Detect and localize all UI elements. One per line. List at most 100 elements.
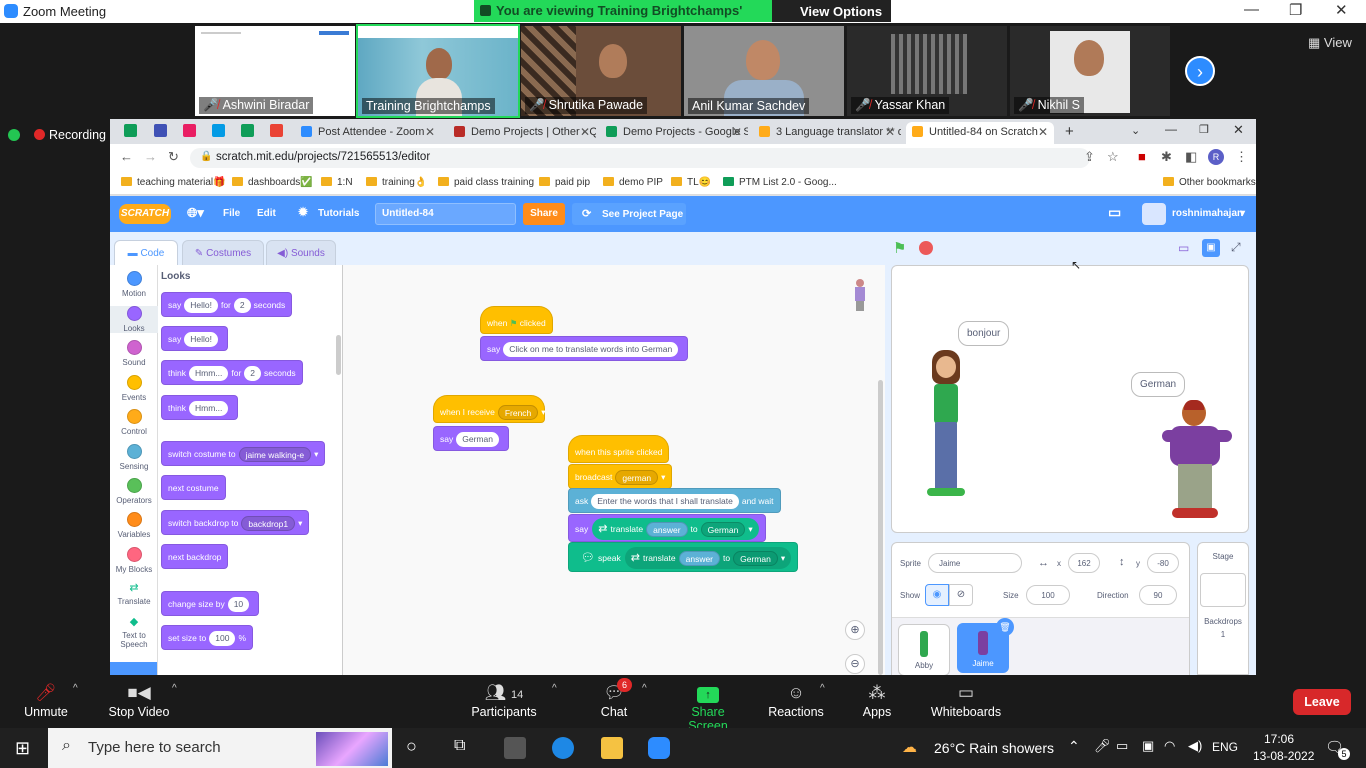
display-icon[interactable]: ▣ — [1142, 738, 1154, 754]
script-area[interactable]: when ⚑ clicked say Click on me to transla… — [343, 265, 885, 675]
weather-text[interactable]: 26°C Rain showers — [934, 740, 1054, 756]
next-backdrop-block[interactable]: next backdrop — [161, 544, 229, 569]
change-size-block[interactable]: change size by 10 — [161, 591, 260, 616]
recording-indicator[interactable]: Recording — [0, 128, 106, 150]
tray-chevron-icon[interactable]: ⌃ — [1068, 738, 1080, 755]
reload-icon[interactable]: ↻ — [168, 149, 179, 165]
pinned-tab-2[interactable] — [183, 124, 196, 137]
pinned-tab-1[interactable] — [154, 124, 167, 137]
switch-backdrop-block[interactable]: switch backdrop to backdrop1 ▾ — [161, 510, 310, 535]
share-button[interactable]: Share — [523, 203, 565, 225]
browser-menu-icon[interactable]: ⋮ — [1235, 149, 1248, 165]
category-my-blocks[interactable]: My Blocks — [110, 547, 158, 574]
minimize-icon[interactable]: — — [1244, 1, 1259, 18]
close-tab-icon[interactable]: ✕ — [732, 125, 742, 139]
project-title-input[interactable]: Untitled-84 — [375, 203, 516, 225]
share-page-icon[interactable]: ⇪ — [1084, 149, 1095, 165]
browser-tab[interactable]: Post Attendee - Zoom ✕ — [295, 122, 441, 144]
user-avatar[interactable] — [1142, 203, 1166, 225]
category-variables[interactable]: Variables — [110, 512, 158, 539]
forward-icon[interactable]: → — [144, 149, 157, 164]
category-sensing[interactable]: Sensing — [110, 444, 158, 471]
chat-caret[interactable]: ^ — [642, 683, 647, 694]
participant-tile-3[interactable]: 🎤̸ Shrutika Pawade — [521, 26, 681, 116]
sprite-abby[interactable] — [922, 350, 972, 500]
say-translate-block[interactable]: say ⇄ translate answer to German ▾ — [568, 514, 766, 542]
broadcast-block[interactable]: broadcast german ▾ — [568, 464, 673, 489]
say-block[interactable]: say German — [433, 426, 509, 451]
bookmark-folder[interactable]: training👌 — [366, 177, 427, 188]
pinned-tab-4[interactable] — [241, 124, 254, 137]
category-looks[interactable]: Looks — [110, 306, 158, 333]
close-tab-icon[interactable]: ✕ — [1038, 125, 1048, 139]
category-control[interactable]: Control — [110, 409, 158, 436]
think-block[interactable]: think Hmm... — [161, 395, 239, 420]
bookmark-folder[interactable]: paid pip — [539, 177, 590, 188]
normal-stage-icon[interactable]: ▣ — [1202, 239, 1220, 257]
profile-avatar[interactable]: R — [1208, 149, 1224, 165]
add-extension-button[interactable] — [110, 662, 157, 675]
view-options-button[interactable]: View Options ⌄ — [772, 0, 891, 34]
participants-button[interactable]: 👥︎ 14 Participants — [470, 683, 538, 719]
small-stage-icon[interactable]: ▭ — [1178, 241, 1189, 255]
palette-scrollbar[interactable] — [336, 335, 341, 375]
file-explorer-icon[interactable] — [601, 737, 623, 759]
stop-video-button[interactable]: ■◀ Stop Video — [106, 683, 172, 719]
zoom-out-icon[interactable]: ⊖ — [845, 654, 865, 674]
file-menu[interactable]: File — [223, 208, 240, 219]
view-button[interactable]: ▦ View — [1308, 35, 1352, 51]
cortana-icon[interactable]: ○ — [406, 736, 417, 757]
reactions-caret[interactable]: ^ — [820, 683, 825, 694]
size-input[interactable]: 100 — [1026, 585, 1070, 605]
windows-start-icon[interactable]: ⊞ — [15, 738, 30, 759]
set-size-block[interactable]: set size to 100% — [161, 625, 254, 650]
volume-icon[interactable]: ◀) — [1188, 738, 1202, 754]
category-events[interactable]: Events — [110, 375, 158, 402]
bookmark-folder[interactable]: demo PIP — [603, 177, 663, 188]
pinned-tab-sheets[interactable] — [124, 124, 137, 137]
share-screen-button[interactable]: ↑ Share Screen — [670, 683, 746, 733]
audio-options-caret[interactable]: ^ — [73, 683, 78, 694]
taskbar-search-input[interactable]: ⌕ Type here to search — [48, 728, 392, 768]
browser-tab[interactable]: Demo Projects - Google Sh ✕ — [600, 122, 748, 144]
next-page-button[interactable]: › — [1185, 56, 1215, 86]
category-text-to-speech[interactable]: ◆ Text to Speech — [110, 615, 158, 649]
tab-sounds[interactable]: ◀) Sounds — [266, 240, 336, 266]
tab-search-icon[interactable]: ⌄ — [1131, 124, 1140, 137]
zoom-app-icon[interactable] — [648, 737, 670, 759]
edit-menu[interactable]: Edit — [257, 208, 276, 219]
sprite-tile-abby[interactable]: Abby — [898, 624, 950, 675]
stage-thumbnail[interactable] — [1200, 573, 1246, 607]
stage-selector[interactable]: Stage Backdrops 1 — [1197, 542, 1249, 675]
zoom-in-icon[interactable]: ⊕ — [845, 620, 865, 640]
sprite-name-input[interactable]: Jaime — [928, 553, 1022, 573]
microphone-icon[interactable]: 🎤︎ — [1094, 738, 1111, 754]
participant-tile-2[interactable]: Training Brightchamps — [356, 24, 520, 118]
close-tab-icon[interactable]: ✕ — [580, 125, 590, 139]
bookmark-folder[interactable]: teaching material🎁 — [121, 177, 226, 188]
say-block[interactable]: say Hello! — [161, 326, 228, 351]
green-flag-icon[interactable]: ⚑ — [893, 239, 906, 257]
my-stuff-folder-icon[interactable]: ▭ — [1108, 204, 1121, 221]
whiteboards-button[interactable]: ▭ Whiteboards — [928, 683, 1004, 719]
script-scrollbar[interactable] — [878, 380, 883, 675]
speak-translate-block[interactable]: 💬︎ speak ⇄ translate answer to German ▾ — [568, 542, 799, 572]
apps-button[interactable]: ⁂ Apps — [860, 683, 894, 719]
participants-caret[interactable]: ^ — [552, 683, 557, 694]
close-tab-icon[interactable]: ✕ — [885, 125, 895, 139]
video-options-caret[interactable]: ^ — [172, 683, 177, 694]
category-translate[interactable]: ⇄ Translate — [110, 581, 158, 606]
unmute-button[interactable]: 🎤︎ Unmute — [24, 683, 68, 719]
new-tab-icon[interactable]: + — [1065, 123, 1074, 140]
bookmark-folder[interactable]: paid class training — [438, 177, 534, 188]
participant-tile-4[interactable]: Anil Kumar Sachdev — [684, 26, 844, 116]
wifi-icon[interactable]: ◠ — [1164, 738, 1175, 754]
close-icon[interactable]: ✕ — [1335, 1, 1348, 19]
when-i-receive-block[interactable]: when I receive French ▾ — [433, 395, 546, 423]
category-operators[interactable]: Operators — [110, 478, 158, 505]
globe-icon[interactable]: 🌐︎▾ — [187, 205, 204, 221]
browser-tab[interactable]: Demo Projects | Other - Qu ✕ — [448, 122, 596, 144]
x-input[interactable]: 162 — [1068, 553, 1100, 573]
bookmark-link[interactable]: PTM List 2.0 - Goog... — [723, 177, 837, 188]
reactions-button[interactable]: ☺ Reactions — [768, 683, 824, 719]
